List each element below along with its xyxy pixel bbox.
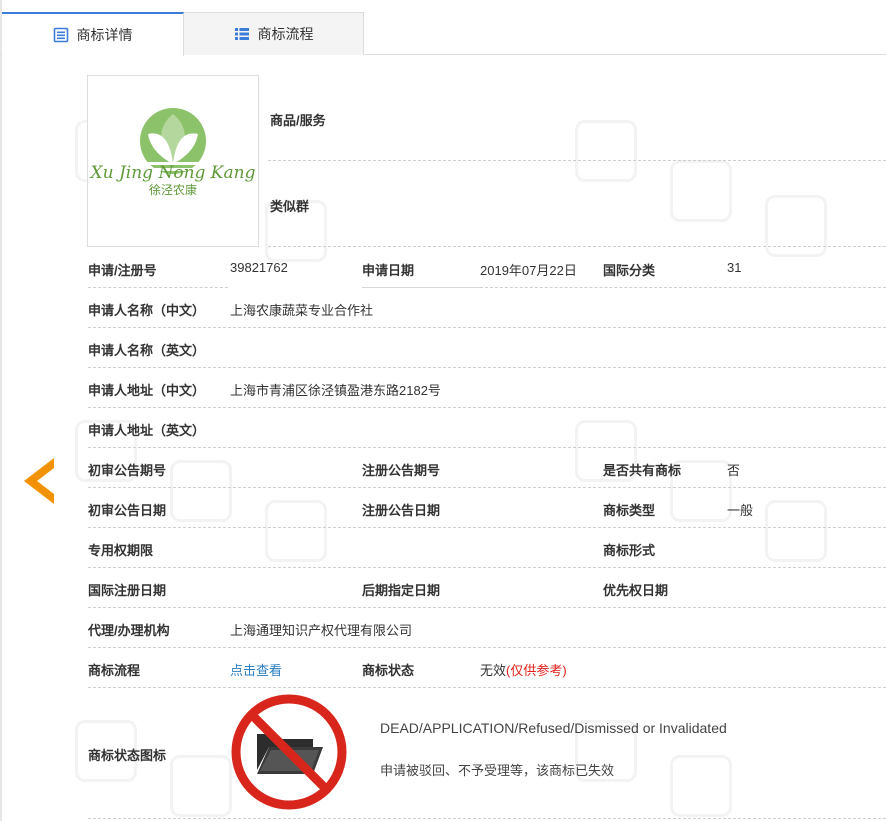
divider bbox=[88, 607, 886, 608]
reg-date-label: 注册公告日期 bbox=[362, 503, 441, 518]
applicant-address-cn-value: 上海市青浦区徐泾镇盈港东路2182号 bbox=[230, 383, 441, 398]
similar-group-label: 类似群 bbox=[270, 199, 310, 214]
divider bbox=[88, 818, 886, 819]
applicant-name-cn-label: 申请人名称（中文） bbox=[88, 303, 206, 318]
shared-trademark-value: 否 bbox=[727, 463, 741, 478]
trademark-status-value: 无效(仅供参考) bbox=[480, 660, 567, 679]
applicant-name-en-label: 申请人名称（英文） bbox=[88, 343, 206, 358]
status-note: (仅供参考) bbox=[506, 663, 567, 678]
reg-no-value: 39821762 bbox=[230, 260, 288, 275]
shared-trademark-label: 是否共有商标 bbox=[603, 463, 682, 478]
divider bbox=[88, 287, 228, 288]
status-icon-label: 商标状态图标 bbox=[88, 748, 167, 763]
tab-label: 商标流程 bbox=[257, 26, 314, 42]
exclusive-period-label: 专用权期限 bbox=[88, 543, 154, 558]
divider bbox=[268, 246, 886, 247]
divider bbox=[88, 647, 886, 648]
divider bbox=[88, 367, 886, 368]
chevron-left-icon[interactable] bbox=[20, 456, 56, 506]
applicant-address-en-label: 申请人地址（英文） bbox=[88, 423, 206, 438]
divider bbox=[88, 447, 886, 448]
list-icon bbox=[234, 28, 249, 40]
divider bbox=[88, 407, 886, 408]
trademark-logo: Xu Jing Nong Kang 徐泾农康 bbox=[89, 108, 256, 197]
status-text: 无效 bbox=[480, 663, 507, 678]
applicant-address-cn-label: 申请人地址（中文） bbox=[88, 383, 206, 398]
agent-value: 上海通理知识产权代理有限公司 bbox=[230, 623, 413, 638]
divider bbox=[88, 487, 886, 488]
divider bbox=[268, 160, 886, 161]
tab-label: 商标详情 bbox=[76, 27, 133, 43]
trademark-image: Xu Jing Nong Kang 徐泾农康 bbox=[87, 75, 259, 247]
logo-latin-text: Xu Jing Nong Kang bbox=[89, 163, 256, 183]
trademark-flow-label: 商标流程 bbox=[88, 663, 141, 678]
document-list-icon bbox=[53, 27, 68, 43]
divider bbox=[88, 327, 886, 328]
tab-trademark-flow[interactable]: 商标流程 bbox=[184, 12, 364, 55]
intl-class-value: 31 bbox=[727, 260, 742, 275]
intl-reg-date-label: 国际注册日期 bbox=[88, 583, 167, 598]
status-chinese-text: 申请被驳回、不予受理等，该商标已失效 bbox=[380, 763, 615, 778]
agent-label: 代理/办理机构 bbox=[88, 623, 170, 638]
prelim-issue-label: 初审公告期号 bbox=[88, 463, 167, 478]
apply-date-value: 2019年07月22日 bbox=[480, 263, 577, 278]
divider bbox=[88, 567, 886, 568]
tab-bar: 商标详情 商标流程 bbox=[0, 12, 886, 56]
divider bbox=[362, 287, 480, 288]
divider bbox=[88, 527, 886, 528]
applicant-name-cn-value: 上海农康蔬菜专业合作社 bbox=[230, 303, 374, 318]
left-edge-border bbox=[0, 0, 2, 821]
divider bbox=[88, 687, 886, 688]
divider bbox=[480, 287, 886, 288]
dead-folder-icon bbox=[231, 694, 347, 810]
prelim-date-label: 初审公告日期 bbox=[88, 503, 167, 518]
apply-date-label: 申请日期 bbox=[362, 263, 415, 278]
trademark-form-label: 商标形式 bbox=[603, 543, 656, 558]
tab-trademark-detail[interactable]: 商标详情 bbox=[2, 12, 184, 56]
priority-date-label: 优先权日期 bbox=[603, 583, 669, 598]
trademark-type-label: 商标类型 bbox=[603, 503, 656, 518]
reg-issue-label: 注册公告期号 bbox=[362, 463, 441, 478]
trademark-status-label: 商标状态 bbox=[362, 663, 415, 678]
intl-class-label: 国际分类 bbox=[603, 263, 656, 278]
reg-no-label: 申请/注册号 bbox=[88, 263, 157, 278]
later-designation-label: 后期指定日期 bbox=[362, 583, 441, 598]
goods-services-label: 商品/服务 bbox=[270, 113, 326, 128]
logo-chinese-text: 徐泾农康 bbox=[149, 182, 197, 197]
trademark-type-value: 一般 bbox=[727, 503, 754, 518]
view-flow-link[interactable]: 点击查看 bbox=[230, 660, 282, 679]
status-english-text: DEAD/APPLICATION/Refused/Dismissed or In… bbox=[380, 720, 727, 736]
